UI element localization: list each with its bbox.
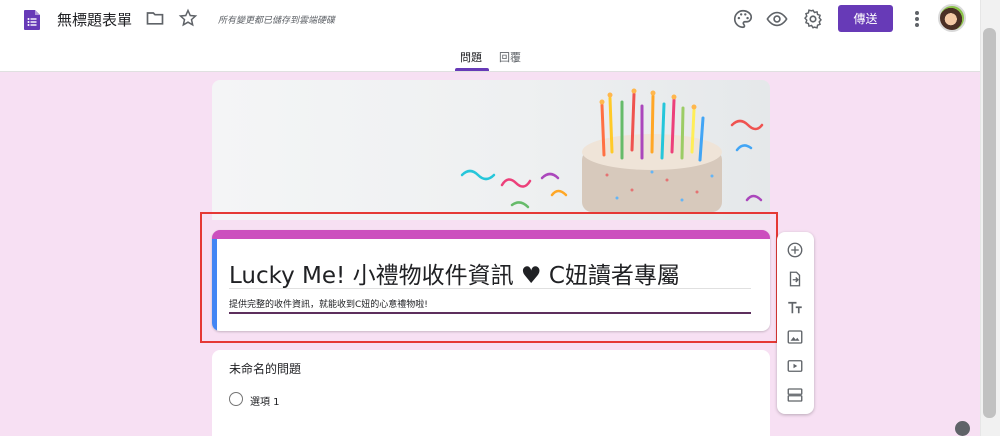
add-question-icon[interactable] bbox=[786, 241, 804, 259]
side-toolbar bbox=[777, 232, 814, 414]
more-icon[interactable] bbox=[907, 8, 927, 30]
star-icon[interactable] bbox=[178, 8, 198, 28]
avatar[interactable] bbox=[938, 4, 966, 32]
add-title-icon[interactable] bbox=[786, 299, 804, 317]
settings-icon[interactable] bbox=[802, 8, 824, 30]
palette-icon[interactable] bbox=[732, 8, 754, 30]
header-image bbox=[212, 80, 770, 220]
cake-image bbox=[460, 88, 764, 212]
send-button[interactable]: 傳送 bbox=[838, 5, 893, 32]
add-video-icon[interactable] bbox=[786, 357, 804, 375]
radio-button[interactable] bbox=[229, 392, 243, 406]
preview-icon[interactable] bbox=[766, 8, 788, 30]
active-tab-indicator bbox=[455, 68, 489, 71]
add-image-icon[interactable] bbox=[786, 328, 804, 346]
tab-questions[interactable]: 問題 bbox=[460, 49, 482, 65]
option-label[interactable]: 選項 1 bbox=[250, 393, 280, 408]
folder-icon[interactable] bbox=[145, 8, 165, 28]
scrollbar-thumb[interactable] bbox=[983, 28, 996, 418]
form-name[interactable]: 無標題表單 bbox=[57, 9, 132, 30]
save-status: 所有變更都已儲存到雲端硬碟 bbox=[218, 16, 336, 26]
question-title[interactable]: 未命名的問題 bbox=[229, 360, 301, 377]
question-card[interactable]: 未命名的問題 選項 1 bbox=[212, 350, 770, 436]
top-bar: 無標題表單 所有變更都已儲存到雲端硬碟 傳送 問題 回覆 bbox=[0, 0, 980, 72]
add-section-icon[interactable] bbox=[786, 386, 804, 404]
highlight-box bbox=[200, 212, 778, 343]
import-questions-icon[interactable] bbox=[786, 270, 804, 288]
help-icon[interactable] bbox=[955, 421, 970, 436]
tab-replies[interactable]: 回覆 bbox=[499, 49, 521, 65]
form-icon[interactable] bbox=[24, 10, 40, 30]
